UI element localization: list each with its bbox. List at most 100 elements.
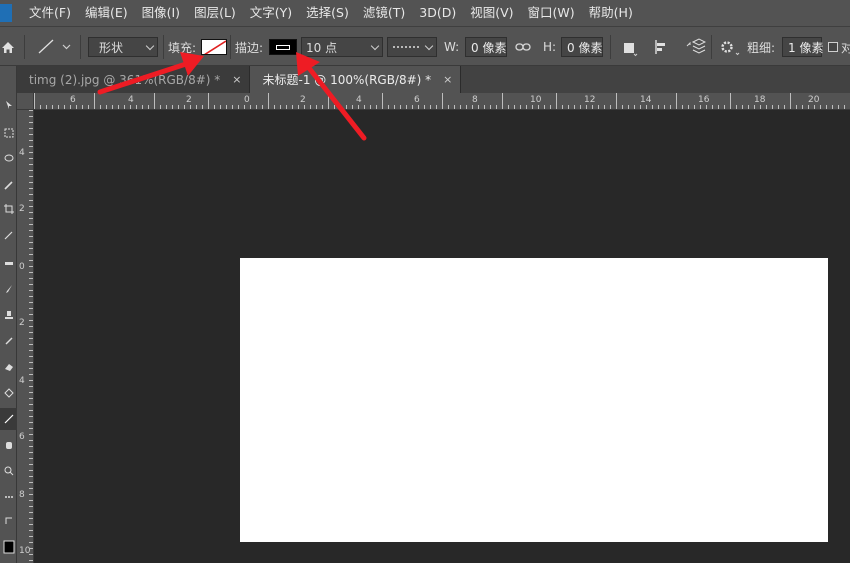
- eyedropper-tool-icon[interactable]: [0, 224, 17, 246]
- ruler-tick-label: 2: [300, 95, 306, 105]
- ruler-tick: [88, 105, 89, 109]
- ruler-tick: [418, 105, 419, 109]
- history-brush-tool-icon[interactable]: [0, 330, 17, 352]
- ruler-tick: [118, 105, 119, 109]
- ruler-tick: [298, 105, 299, 109]
- gradient-tool-icon[interactable]: [0, 382, 17, 404]
- path-alignment-icon[interactable]: [652, 27, 670, 67]
- ruler-tick: [64, 105, 65, 109]
- ruler-tick: [29, 116, 33, 117]
- marquee-tool-icon[interactable]: [0, 122, 17, 144]
- ruler-tick-label: 4: [356, 95, 362, 105]
- close-icon[interactable]: ×: [232, 73, 241, 86]
- stroke-size-dropdown[interactable]: 10 点: [301, 37, 383, 57]
- zoom-tool-icon[interactable]: [0, 460, 17, 482]
- crop-tool-icon[interactable]: [0, 198, 17, 220]
- gear-icon[interactable]: [719, 27, 743, 67]
- ruler-tick: [838, 105, 839, 109]
- menu-window[interactable]: 窗口(W): [521, 0, 582, 26]
- weight-input[interactable]: 1 像素: [782, 37, 823, 57]
- ruler-tick-label: 20: [808, 95, 820, 105]
- swap-colors-icon[interactable]: [0, 510, 17, 532]
- ruler-tick: [382, 93, 383, 109]
- ruler-tick: [29, 242, 33, 243]
- ruler-tick: [29, 200, 33, 201]
- menu-help[interactable]: 帮助(H): [582, 0, 640, 26]
- ruler-tick: [490, 105, 491, 109]
- document-canvas[interactable]: [240, 258, 828, 542]
- ruler-tick: [29, 344, 33, 345]
- ruler-tick-label: 10: [530, 95, 542, 105]
- home-icon[interactable]: [0, 27, 16, 67]
- stroke-swatch[interactable]: [269, 39, 297, 55]
- lasso-tool-icon[interactable]: [0, 148, 17, 170]
- ruler-tick: [478, 105, 479, 109]
- eraser-tool-icon[interactable]: [0, 356, 17, 378]
- canvas-workspace[interactable]: [34, 110, 850, 563]
- move-tool-icon[interactable]: [0, 94, 17, 116]
- ruler-tick: [586, 105, 587, 109]
- menu-file[interactable]: 文件(F): [22, 0, 78, 26]
- menu-view[interactable]: 视图(V): [463, 0, 520, 26]
- ruler-tick: [784, 105, 785, 109]
- quick-select-tool-icon[interactable]: [0, 174, 17, 196]
- line-tool-icon[interactable]: [0, 408, 17, 430]
- path-operations-icon[interactable]: [620, 27, 638, 67]
- brush-tool-icon[interactable]: [0, 278, 17, 300]
- ruler-tick: [808, 105, 809, 109]
- width-input[interactable]: 0 像素: [465, 37, 507, 57]
- ruler-tick: [29, 236, 33, 237]
- tool-mode-dropdown[interactable]: 形状: [88, 37, 158, 57]
- ruler-tick: [448, 105, 449, 109]
- ruler-tick: [454, 105, 455, 109]
- hand-tool-icon[interactable]: [0, 434, 17, 456]
- ruler-tick: [652, 105, 653, 109]
- document-tab-untitled[interactable]: 未标题-1 @ 100%(RGB/8#) * ×: [250, 66, 462, 93]
- document-tab-timg[interactable]: timg (2).jpg @ 361%(RGB/8#) * ×: [17, 66, 251, 93]
- horizontal-ruler[interactable]: 6 4 2 0 2 4 6 8 10 12 14 16 18 20: [34, 93, 850, 110]
- ruler-tick: [29, 302, 33, 303]
- height-input[interactable]: 0 像素: [561, 37, 603, 57]
- menu-type[interactable]: 文字(Y): [243, 0, 299, 26]
- stroke-type-dropdown[interactable]: [387, 37, 437, 57]
- ruler-tick: [538, 105, 539, 109]
- healing-brush-tool-icon[interactable]: [0, 252, 17, 274]
- ruler-tick: [94, 93, 95, 109]
- ruler-tick: [412, 105, 413, 109]
- fill-swatch[interactable]: [201, 39, 227, 55]
- menu-select[interactable]: 选择(S): [299, 0, 356, 26]
- ruler-tick: [29, 260, 33, 261]
- ruler-tick: [322, 105, 323, 109]
- ruler-tick: [622, 105, 623, 109]
- menu-filter[interactable]: 滤镜(T): [356, 0, 412, 26]
- ruler-tick: [712, 105, 713, 109]
- ruler-tick: [214, 105, 215, 109]
- path-arrangement-icon[interactable]: [684, 27, 706, 67]
- align-edges-checkbox[interactable]: [828, 42, 838, 52]
- menu-layer[interactable]: 图层(L): [187, 0, 243, 26]
- ruler-tick: [29, 542, 33, 543]
- line-tool-preset-picker[interactable]: [36, 27, 76, 67]
- ruler-tick: [202, 105, 203, 109]
- stroke-size-value: 10 点: [306, 40, 338, 55]
- ruler-tick: [29, 176, 33, 177]
- ruler-tick: [29, 146, 33, 147]
- ruler-tick: [376, 105, 377, 109]
- more-tools-icon[interactable]: [0, 486, 17, 508]
- ruler-tick: [220, 105, 221, 109]
- link-icon[interactable]: [515, 27, 531, 67]
- vertical-ruler[interactable]: 4 2 0 2 4 6 8 10: [17, 110, 34, 563]
- menu-edit[interactable]: 编辑(E): [78, 0, 135, 26]
- ruler-tick: [29, 218, 33, 219]
- ruler-origin[interactable]: [17, 93, 34, 110]
- ruler-tick: [29, 392, 33, 393]
- ruler-tick-label: 16: [698, 95, 710, 105]
- ruler-tick: [29, 140, 33, 141]
- ruler-tick: [718, 105, 719, 109]
- close-icon[interactable]: ×: [443, 73, 452, 86]
- stamp-tool-icon[interactable]: [0, 304, 17, 326]
- color-swatches-icon[interactable]: [0, 536, 17, 558]
- ruler-tick: [772, 105, 773, 109]
- menu-3d[interactable]: 3D(D): [412, 0, 463, 26]
- menu-image[interactable]: 图像(I): [135, 0, 187, 26]
